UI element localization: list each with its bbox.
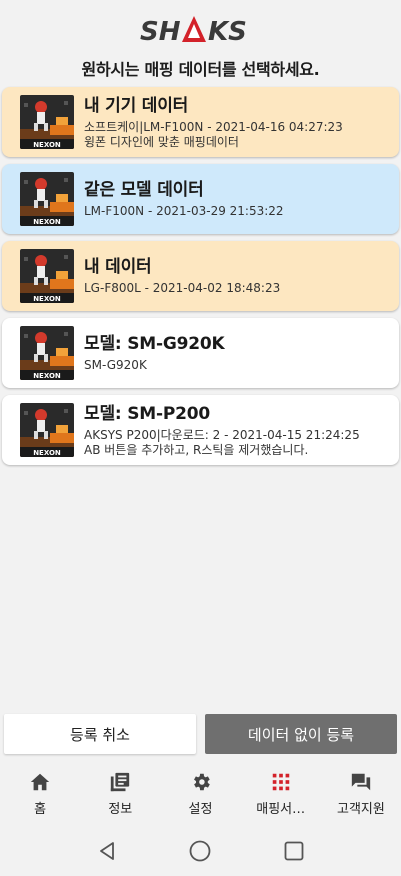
mapping-card-5[interactable]: NEXON 모델: SM-P200 AKSYS P200|다운로드: 2 - 2… [2, 395, 399, 465]
page-subtitle: 원하시는 매핑 데이터를 선택하세요. [81, 60, 320, 79]
card-title: 같은 모델 데이터 [84, 180, 204, 200]
shaks-logo: SH KS [140, 16, 247, 46]
nav-item-home[interactable]: 홈 [0, 760, 80, 826]
nav-item-support[interactable]: 고객지원 [321, 760, 401, 826]
register-without-data-button[interactable]: 데이터 없이 등록 [205, 714, 397, 754]
game-thumbnail: NEXON [20, 172, 74, 226]
card-title: 모델: SM-G920K [84, 334, 225, 354]
nav-label: 매핑서… [256, 802, 306, 817]
thumbnail-label: NEXON [33, 141, 61, 149]
nav-label: 홈 [34, 802, 47, 817]
mapping-card-3[interactable]: NEXON 내 데이터 LG-F800L - 2021-04-02 18:48:… [2, 241, 399, 311]
system-nav-bar [0, 826, 401, 876]
svg-text:KS: KS [208, 17, 247, 46]
gear-icon [189, 770, 213, 794]
card-title: 내 기기 데이터 [84, 95, 189, 116]
bottom-nav: 홈 정보 설정 매핑서… 고객지원 [0, 760, 401, 826]
mapping-card-4[interactable]: NEXON 모델: SM-G920K SM-G920K [2, 318, 399, 388]
app-logo: SH KS [0, 12, 401, 46]
mapping-card-2[interactable]: NEXON 같은 모델 데이터 LM-F100N - 2021-03-29 21… [2, 164, 399, 234]
nav-label: 고객지원 [336, 802, 385, 817]
grid-icon [269, 770, 293, 794]
thumbnail-label: NEXON [33, 372, 61, 380]
card-description: AB 버튼을 추가하고, R스틱을 제거했습니다. [84, 442, 309, 457]
recents-icon[interactable] [279, 836, 309, 866]
game-thumbnail: NEXON [20, 403, 74, 457]
nav-item-mapping[interactable]: 매핑서… [241, 760, 321, 826]
game-thumbnail: NEXON [20, 249, 74, 303]
nav-label: 정보 [108, 802, 133, 817]
thumbnail-label: NEXON [33, 295, 61, 303]
card-title: 내 데이터 [84, 257, 152, 277]
card-detail: AKSYS P200|다운로드: 2 - 2021-04-15 21:24:25 [84, 427, 360, 442]
card-detail: 소프트케이|LM-F100N - 2021-04-16 04:27:23 [84, 119, 343, 134]
chat-icon [349, 770, 373, 794]
thumbnail-label: NEXON [33, 218, 61, 226]
game-thumbnail: NEXON [20, 326, 74, 380]
card-detail: LG-F800L - 2021-04-02 18:48:23 [84, 281, 281, 295]
home-icon [28, 770, 52, 794]
card-description: 윙폰 디자인에 맞춘 매핑데이터 [84, 134, 239, 149]
home-circle-icon[interactable] [185, 836, 215, 866]
card-detail: SM-G920K [84, 358, 147, 372]
svg-text:SH: SH [140, 17, 181, 46]
game-thumbnail: NEXON [20, 95, 74, 149]
cancel-registration-button[interactable]: 등록 취소 [4, 714, 196, 754]
nav-label: 설정 [188, 802, 213, 817]
mapping-card-1[interactable]: NEXON 내 기기 데이터 소프트케이|LM-F100N - 2021-04-… [2, 87, 399, 157]
nav-item-settings[interactable]: 설정 [160, 760, 240, 826]
card-detail: LM-F100N - 2021-03-29 21:53:22 [84, 204, 284, 218]
nav-item-info[interactable]: 정보 [80, 760, 160, 826]
back-icon[interactable] [92, 836, 122, 866]
thumbnail-label: NEXON [33, 449, 61, 457]
library-icon [108, 770, 132, 794]
card-title: 모델: SM-P200 [84, 403, 210, 424]
